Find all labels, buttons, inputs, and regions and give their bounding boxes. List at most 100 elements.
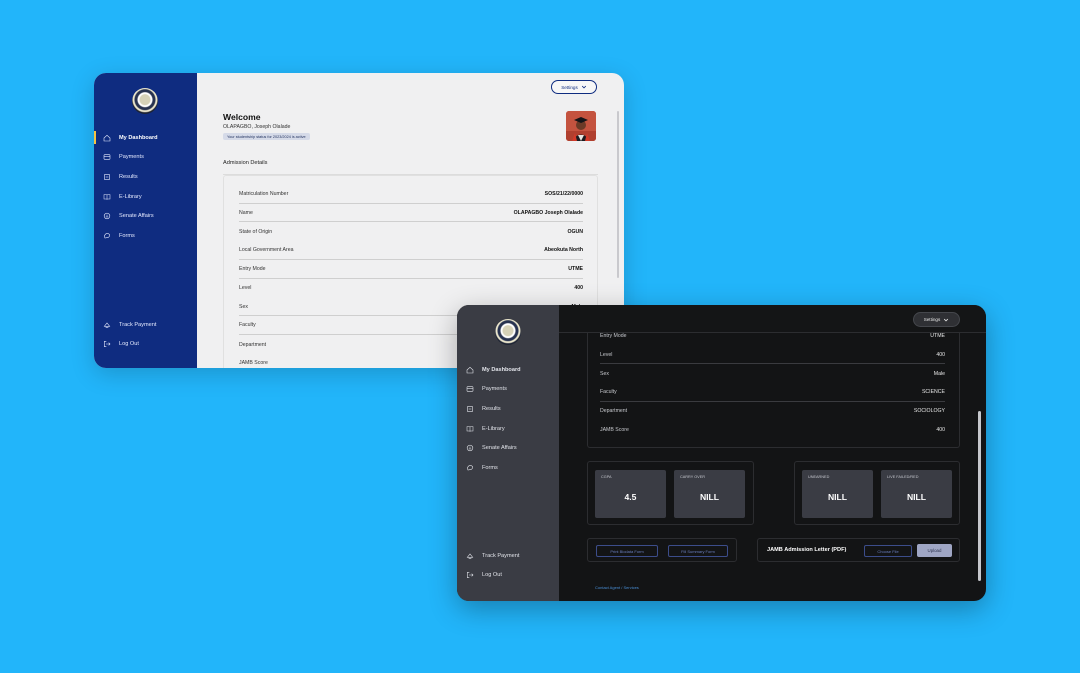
sidebar-item-payments[interactable]: Payments xyxy=(457,380,559,400)
sidebar-item-label: Senate Affairs xyxy=(119,213,154,220)
support-link[interactable]: Contact Agent / Services xyxy=(595,585,639,590)
forms-actions-group: Print Biodata Form Fill Summary Form xyxy=(587,538,737,562)
stat-value: NILL xyxy=(827,492,848,502)
sidebar-item-forms[interactable]: Forms xyxy=(94,226,197,246)
stat-card-cgpa: CGPA 4.5 xyxy=(595,470,666,518)
detail-row: Department SOCIOLOGY xyxy=(600,402,945,421)
stat-label: LIVE FAILED/RED xyxy=(887,475,919,479)
sidebar-item-payments[interactable]: Payments xyxy=(94,148,197,168)
detail-value: 400 xyxy=(574,285,583,292)
light-main-nav: My Dashboard Payments Results E-Library Sena… xyxy=(94,128,197,246)
academic-stats-group: CGPA 4.5 CARRY OVER NILL xyxy=(587,461,754,525)
detail-label: Sex xyxy=(239,303,248,310)
admission-details-title: Admission Details xyxy=(223,160,268,166)
track-icon xyxy=(103,322,111,328)
sidebar-item-log-out[interactable]: Log Out xyxy=(94,335,197,355)
detail-label: Department xyxy=(239,341,267,348)
book-icon xyxy=(103,193,111,200)
stat-value: NILL xyxy=(906,492,927,502)
light-bottom-nav: Track Payment Log Out xyxy=(94,315,197,354)
detail-row: Name OLAPAGBO Joseph Olalade xyxy=(239,204,583,223)
sidebar-item-label: Payments xyxy=(119,154,144,161)
detail-value: 400 xyxy=(936,351,945,358)
detail-row: JAMB Score 400 xyxy=(600,421,945,440)
university-logo xyxy=(495,319,521,345)
sidebar-item-e-library[interactable]: E-Library xyxy=(457,419,559,439)
sidebar-item-label: Track Payment xyxy=(119,321,157,328)
scrollbar[interactable] xyxy=(978,411,981,581)
detail-label: Level xyxy=(239,285,252,292)
sidebar-item-label: Log Out xyxy=(482,572,502,579)
detail-value: OGUN xyxy=(567,228,583,235)
chevron-down-icon xyxy=(581,85,586,89)
home-icon xyxy=(466,366,474,374)
stat-label: CGPA xyxy=(601,475,612,479)
dark-sidebar: My Dashboard Payments Results E-Library Sena… xyxy=(457,305,559,601)
choose-file-button[interactable]: Choose File xyxy=(864,545,912,557)
settings-dropdown[interactable]: Settings xyxy=(551,80,597,94)
sidebar-item-track-payment[interactable]: Track Payment xyxy=(457,546,559,566)
stat-value: NILL xyxy=(699,492,720,502)
detail-value: SCIENCE xyxy=(921,389,945,396)
sidebar-item-label: Log Out xyxy=(119,341,139,348)
sidebar-item-senate-affairs[interactable]: Senate Affairs xyxy=(94,206,197,226)
fill-summary-button[interactable]: Fill Summary Form xyxy=(668,545,728,557)
settings-label: Settings xyxy=(561,84,578,90)
scrollbar[interactable] xyxy=(617,111,619,278)
sidebar-item-label: My Dashboard xyxy=(119,134,158,141)
sidebar-item-forms[interactable]: Forms xyxy=(457,458,559,478)
sidebar-item-label: Senate Affairs xyxy=(482,445,517,452)
card-icon xyxy=(466,386,474,393)
forms-icon xyxy=(467,464,473,471)
logout-icon xyxy=(104,341,111,348)
detail-value: UTME xyxy=(568,265,583,272)
upload-button[interactable]: Upload xyxy=(917,544,952,557)
sidebar-item-senate-affairs[interactable]: Senate Affairs xyxy=(457,438,559,458)
student-name: OLAPAGBO, Joseph Olalade xyxy=(223,124,291,130)
senate-icon xyxy=(103,213,111,220)
card-icon xyxy=(103,154,111,161)
print-biodata-button[interactable]: Print Biodata Form xyxy=(596,545,658,557)
stat-card-unearned: UNEARNED NILL xyxy=(802,470,873,518)
home-icon xyxy=(103,134,111,142)
status-badge: Your studentship status for 2023/2024 is… xyxy=(223,133,310,140)
detail-label: JAMB Score xyxy=(239,360,268,367)
sidebar-item-label: Results xyxy=(482,405,501,412)
detail-label: JAMB Score xyxy=(600,427,629,434)
stat-card-failed: LIVE FAILED/RED NILL xyxy=(881,470,952,518)
sidebar-item-results[interactable]: Results xyxy=(94,167,197,187)
university-logo xyxy=(132,88,158,114)
avatar xyxy=(566,111,596,141)
jamb-letter-label: JAMB Admission Letter (PDF) xyxy=(767,547,847,553)
detail-row: Level 400 xyxy=(239,279,583,298)
sidebar-item-track-payment[interactable]: Track Payment xyxy=(94,315,197,335)
detail-label: Entry Mode xyxy=(600,333,627,340)
unit-stats-group: UNEARNED NILL LIVE FAILED/RED NILL xyxy=(794,461,960,525)
detail-label: Sex xyxy=(600,370,609,377)
settings-label: Settings xyxy=(923,317,941,322)
stat-card-carry-over: CARRY OVER NILL xyxy=(674,470,745,518)
sidebar-item-e-library[interactable]: E-Library xyxy=(94,187,197,207)
results-icon xyxy=(467,406,473,412)
welcome-heading: Welcome xyxy=(223,112,261,122)
sidebar-item-label: Results xyxy=(119,173,138,180)
detail-value: SOS/21/22/0000 xyxy=(544,190,583,197)
sidebar-item-results[interactable]: Results xyxy=(457,399,559,419)
detail-label: Local Government Area xyxy=(239,247,294,254)
sidebar-item-my-dashboard[interactable]: My Dashboard xyxy=(457,360,559,380)
dark-dashboard-window: My Dashboard Payments Results E-Library Sena… xyxy=(457,305,986,601)
detail-value: OLAPAGBO Joseph Olalade xyxy=(513,209,583,216)
chevron-down-icon xyxy=(944,318,949,321)
sidebar-item-log-out[interactable]: Log Out xyxy=(457,566,559,586)
detail-row: Matriculation Number SOS/21/22/0000 xyxy=(239,185,583,204)
stat-label: UNEARNED xyxy=(808,475,830,479)
sidebar-item-my-dashboard[interactable]: My Dashboard xyxy=(94,128,197,148)
sidebar-item-label: Track Payment xyxy=(482,552,520,559)
sidebar-item-label: Forms xyxy=(482,464,498,471)
sidebar-item-label: E-Library xyxy=(119,193,142,200)
logout-icon xyxy=(467,572,474,579)
dark-main-nav: My Dashboard Payments Results E-Library Sena… xyxy=(457,360,559,478)
dark-bottom-nav: Track Payment Log Out xyxy=(457,546,559,585)
settings-dropdown[interactable]: Settings xyxy=(913,312,960,327)
detail-label: Faculty xyxy=(600,389,617,396)
